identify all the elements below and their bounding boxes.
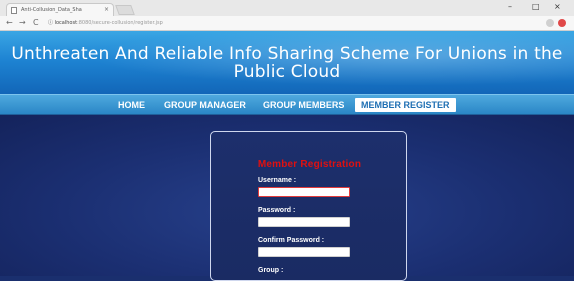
registration-form: Member Registration Username : Password … — [210, 131, 407, 281]
site-header: Unthreaten And Reliable Info Sharing Sch… — [0, 31, 574, 94]
extension-icon[interactable] — [558, 19, 566, 27]
group-label: Group : — [258, 267, 284, 274]
username-field[interactable] — [258, 187, 350, 197]
confirm-password-label: Confirm Password : — [258, 237, 325, 244]
maximize-icon[interactable]: □ — [532, 2, 540, 11]
tab-title: Anti-Collusion_Data_Sha — [21, 7, 82, 13]
password-field[interactable] — [258, 217, 350, 227]
password-label: Password : — [258, 207, 296, 214]
minimize-icon[interactable]: – — [508, 2, 512, 11]
form-title: Member Registration — [257, 159, 362, 170]
nav-home[interactable]: HOME — [118, 98, 145, 112]
nav-group-members[interactable]: GROUP MEMBERS — [263, 98, 344, 112]
url-field[interactable]: ⓘ localhost:8080/secure-collusion/regist… — [48, 19, 163, 26]
url-path: :8080/secure-collusion/register.jsp — [77, 20, 163, 26]
browser-tab-bar: Anti-Collusion_Data_Sha × – □ × — [0, 0, 574, 16]
forward-icon[interactable]: → — [19, 18, 26, 27]
username-label: Username : — [258, 177, 297, 184]
close-window-icon[interactable]: × — [554, 2, 561, 11]
url-host: localhost — [54, 20, 78, 26]
main-nav: HOME GROUP MANAGER GROUP MEMBERS MEMBER … — [0, 94, 574, 115]
address-bar: ← → C ⓘ localhost:8080/secure-collusion/… — [0, 16, 574, 31]
browser-tab[interactable]: Anti-Collusion_Data_Sha × — [6, 3, 114, 16]
nav-member-register[interactable]: MEMBER REGISTER — [355, 98, 456, 112]
info-icon: ⓘ — [48, 20, 54, 26]
document-icon — [11, 7, 17, 14]
back-icon[interactable]: ← — [6, 18, 13, 27]
confirm-password-field[interactable] — [258, 247, 350, 257]
tab-close-icon[interactable]: × — [104, 4, 109, 16]
reload-icon[interactable]: C — [33, 18, 39, 27]
main-content: Member Registration Username : Password … — [0, 115, 574, 281]
site-title: Unthreaten And Reliable Info Sharing Sch… — [11, 44, 563, 82]
nav-group-manager[interactable]: GROUP MANAGER — [164, 98, 246, 112]
new-tab-button[interactable] — [115, 5, 135, 15]
bookmark-star-icon[interactable] — [546, 19, 554, 27]
